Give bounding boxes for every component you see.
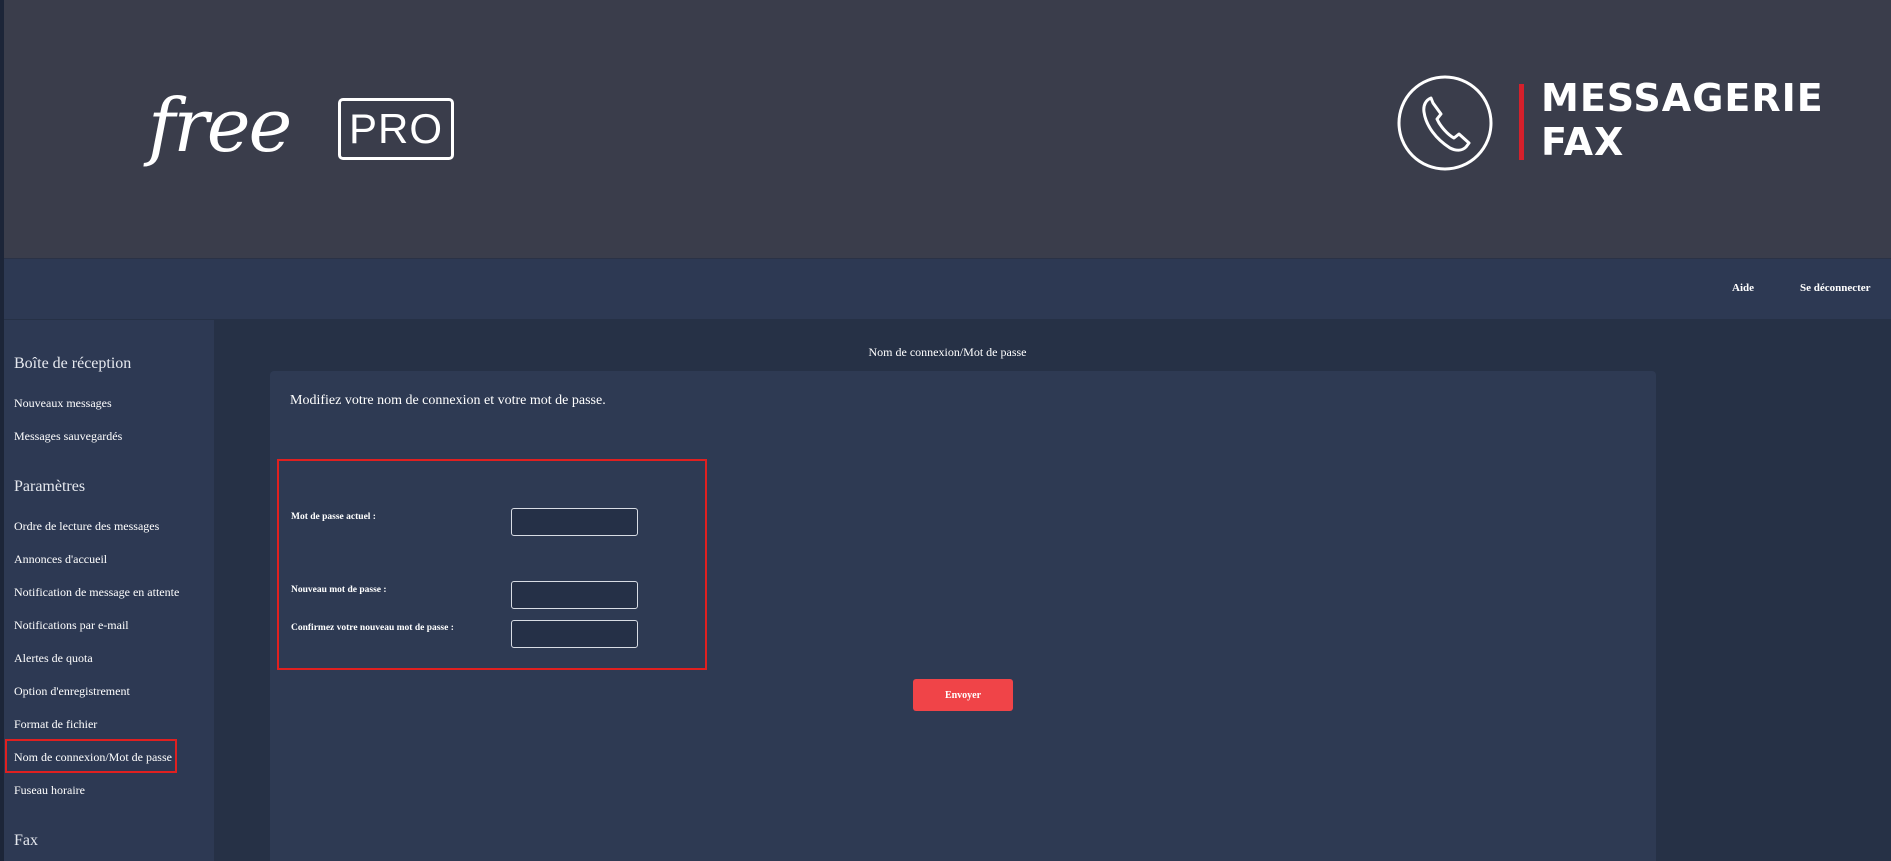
sidebar-item-file-format[interactable]: Format de fichier <box>14 717 97 732</box>
sidebar-item-new-messages[interactable]: Nouveaux messages <box>14 396 112 411</box>
top-navbar <box>4 259 1891 319</box>
brand-title-line2: FAX <box>1541 120 1625 164</box>
sidebar-item-quota-alerts[interactable]: Alertes de quota <box>14 651 93 666</box>
confirm-password-input[interactable] <box>511 620 638 648</box>
sidebar-item-saved-messages[interactable]: Messages sauvegardés <box>14 429 122 444</box>
sidebar-item-reading-order[interactable]: Ordre de lecture des messages <box>14 519 159 534</box>
current-password-input[interactable] <box>511 508 638 536</box>
sidebar-item-email-notifications[interactable]: Notifications par e-mail <box>14 618 129 633</box>
sidebar-section-fax: Fax <box>14 832 38 849</box>
current-password-label: Mot de passe actuel : <box>291 512 376 522</box>
sidebar-item-recording-option[interactable]: Option d'enregistrement <box>14 684 130 699</box>
pro-logo-badge: PRO <box>338 98 454 160</box>
brand-title-line1: MESSAGERIE <box>1541 76 1824 120</box>
sidebar-section-settings: Paramètres <box>14 478 86 495</box>
sidebar-section-inbox: Boîte de réception <box>14 355 132 372</box>
form-highlight-box <box>277 459 707 670</box>
new-password-label: Nouveau mot de passe : <box>291 585 387 595</box>
free-logo-text: free <box>148 83 292 169</box>
logout-link[interactable]: Se déconnecter <box>1800 282 1871 294</box>
new-password-input[interactable] <box>511 581 638 609</box>
page-title: Modifiez votre nom de connexion et votre… <box>290 393 606 408</box>
brand-accent-bar <box>1519 84 1524 160</box>
help-link[interactable]: Aide <box>1732 282 1754 294</box>
sidebar-item-greetings[interactable]: Annonces d'accueil <box>14 552 107 567</box>
sidebar-item-timezone[interactable]: Fuseau horaire <box>14 783 85 798</box>
page-breadcrumb: Nom de connexion/Mot de passe <box>868 345 1027 359</box>
confirm-password-label: Confirmez votre nouveau mot de passe : <box>291 623 454 633</box>
sidebar-item-login-password[interactable]: Nom de connexion/Mot de passe <box>14 750 172 765</box>
sidebar-item-waiting-notification[interactable]: Notification de message en attente <box>14 585 179 600</box>
brand-title: MESSAGERIE FAX <box>1541 76 1824 164</box>
submit-button[interactable]: Envoyer <box>913 679 1013 711</box>
phone-icon <box>1397 75 1493 171</box>
